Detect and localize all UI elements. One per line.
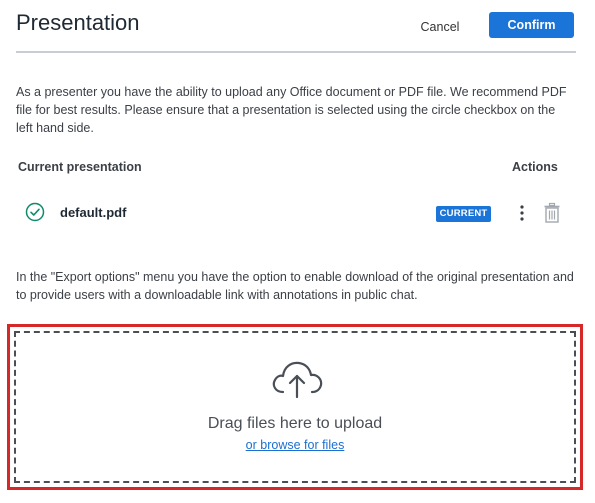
current-presentation-header: Current presentation [18,160,142,174]
more-vertical-icon[interactable] [514,203,530,223]
browse-files-link[interactable]: or browse for files [246,438,345,452]
file-name: default.pdf [60,205,127,220]
upload-dropzone[interactable] [14,331,576,483]
drag-files-text: Drag files here to upload [207,415,383,432]
modal-title: Presentation [16,10,140,35]
export-options-text: In the "Export options" menu you have th… [16,270,574,302]
header-divider [16,51,576,53]
current-badge: CURRENT [436,206,491,222]
actions-header: Actions [512,160,558,174]
confirm-button[interactable]: Confirm [489,12,574,38]
cloud-upload-icon [272,361,323,399]
browse-files-container: or browse for files [14,438,576,452]
trash-icon[interactable] [542,202,562,224]
cancel-button[interactable]: Cancel [411,15,469,39]
intro-text: As a presenter you have the ability to u… [16,85,567,135]
presentation-modal: Presentation Cancel Confirm As a present… [0,0,595,503]
check-circle-icon[interactable] [25,202,45,222]
